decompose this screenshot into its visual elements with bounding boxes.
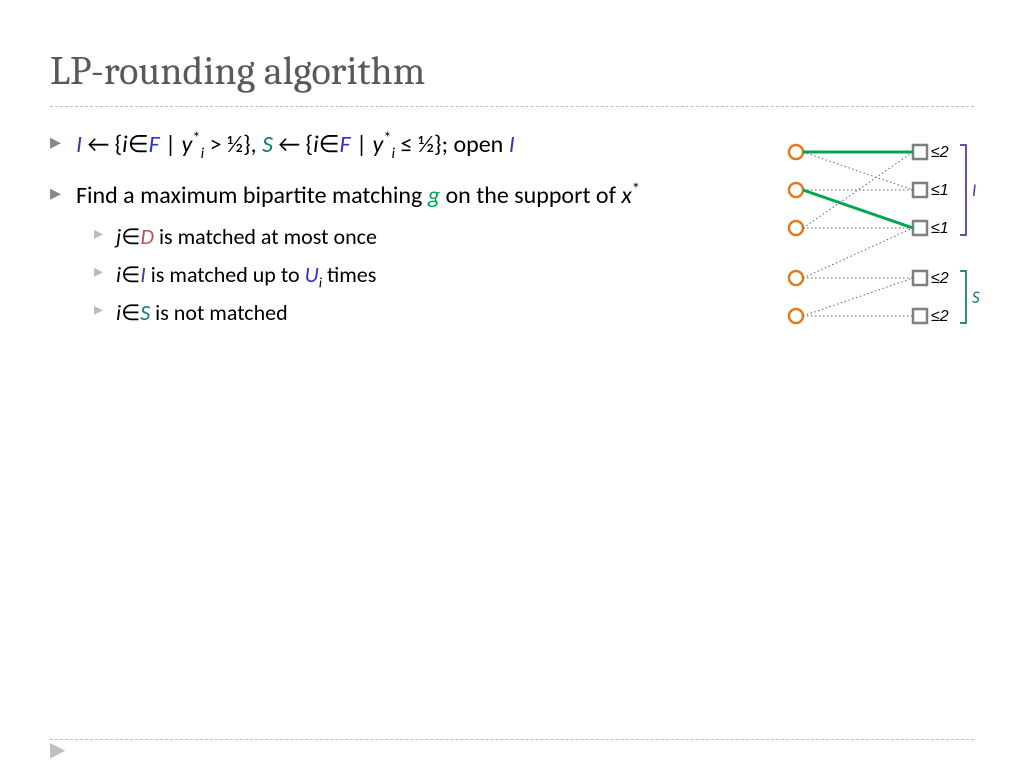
cap-2: ≤1 [931,182,949,199]
txt: ∈ [121,261,140,288]
txt: is not matched [150,299,287,326]
bracket-S-label: S [972,287,980,308]
sup-star: * [192,127,200,148]
sym-F: F [149,130,160,159]
txt: ← { [273,130,313,159]
txt: | [351,130,373,159]
sym-g: g [428,181,440,210]
txt: ∈ [121,223,140,250]
nav-triangle-icon: ▶ [50,737,65,762]
txt: ∈ [128,130,149,159]
bullet-2: Find a maximum bipartite matching g on t… [50,176,750,332]
cap-1: ≤2 [931,144,949,161]
title-divider [50,106,974,107]
sym-x: x [621,181,631,210]
sub-bullet-1: j∈D is matched at most once [94,218,750,255]
txt: > ½}, [204,130,262,159]
txt: ← { [82,130,122,159]
slide: LP-rounding algorithm I ← {i∈F | y*i > ½… [0,0,1024,768]
txt: | [160,130,182,159]
cap-5: ≤2 [931,308,949,325]
bipartite-diagram-icon: ≤2 ≤1 ≤1 ≤2 ≤2 I S [778,138,988,338]
sub-bullet-list: j∈D is matched at most once i∈I is match… [94,218,750,331]
sym-I: I [509,130,515,159]
sym-U: U [305,261,319,288]
sym-y: y [182,130,193,159]
sup-star: * [632,178,640,199]
sym-y: y [372,130,383,159]
slide-title: LP-rounding algorithm [50,48,974,94]
sym-S: S [140,299,150,326]
sup-star: * [383,127,391,148]
footer-divider [50,739,974,740]
txt: is matched up to [146,261,305,288]
bullet-list: I ← {i∈F | y*i > ½}, S ← {i∈F | y*i ≤ ½}… [50,125,750,332]
cap-3: ≤1 [931,220,949,237]
txt: is matched at most once [154,223,377,250]
bracket-I-label: I [972,180,976,201]
txt: ≤ ½}; open [395,130,509,159]
sym-F: F [340,130,351,159]
txt: ∈ [319,130,340,159]
text-column: I ← {i∈F | y*i > ½}, S ← {i∈F | y*i ≤ ½}… [50,125,750,342]
bullet-1: I ← {i∈F | y*i > ½}, S ← {i∈F | y*i ≤ ½}… [50,125,750,166]
txt: ∈ [121,299,140,326]
sub-bullet-2: i∈I is matched up to Ui times [94,256,750,295]
sym-S: S [262,130,273,159]
sym-D: D [140,223,154,250]
cap-4: ≤2 [931,270,949,287]
txt: times [322,261,376,288]
txt: Find a maximum bipartite matching [76,181,428,210]
txt: on the support of [440,181,621,210]
sub-bullet-3: i∈S is not matched [94,294,750,331]
